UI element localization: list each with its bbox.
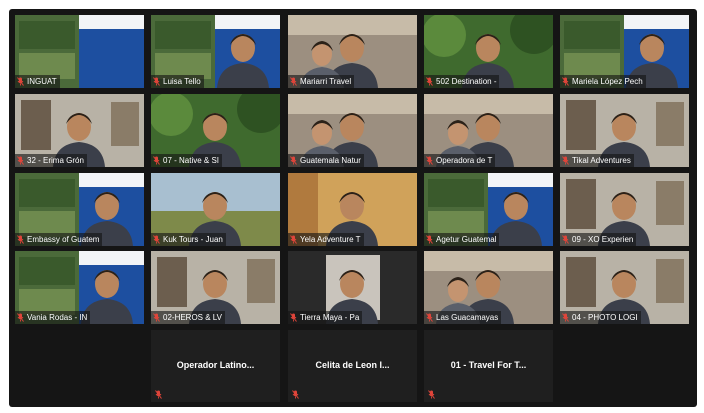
- meeting-gallery-view: INGUAT Luisa Tello Mariarri Travel 502 Dest…: [9, 9, 697, 407]
- participant-tile[interactable]: Guatemala Natur: [288, 94, 417, 167]
- participant-tile[interactable]: 07 - Native & SI: [151, 94, 280, 167]
- participant-tile[interactable]: Operadora de T: [424, 94, 553, 167]
- participant-name: Vania Rodas - IN: [27, 313, 88, 322]
- participant-name: Tikal Adventures: [572, 156, 631, 165]
- participant-name-label: Tikal Adventures: [560, 154, 634, 167]
- participant-tile-no-video[interactable]: 01 - Travel For T...: [424, 330, 553, 402]
- participant-tile[interactable]: Mariarri Travel: [288, 15, 417, 88]
- mic-muted-icon: [153, 313, 160, 322]
- mic-muted-icon: [562, 313, 569, 322]
- mic-muted-icon: [562, 77, 569, 86]
- mic-muted-icon: [290, 156, 297, 165]
- participant-tile[interactable]: 32 - Erima Grón: [15, 94, 144, 167]
- participant-name-label: Operadora de T: [424, 154, 496, 167]
- participant-tile[interactable]: Yela Adventure T: [288, 173, 417, 246]
- mic-muted-icon: [292, 390, 299, 399]
- mic-muted-icon: [153, 77, 160, 86]
- mic-muted-icon: [153, 156, 160, 165]
- participant-tile[interactable]: 04 - PHOTO LOGI: [560, 251, 689, 324]
- participant-tile[interactable]: Tierra Maya - Pa: [288, 251, 417, 324]
- participant-name: INGUAT: [27, 77, 57, 86]
- mic-muted-icon: [153, 235, 160, 244]
- participant-name-label: 07 - Native & SI: [151, 154, 223, 167]
- participant-name: Kuk Tours - Juan: [163, 235, 223, 244]
- participant-tile[interactable]: 02-HEROS & LV: [151, 251, 280, 324]
- participant-name: Tierra Maya - Pa: [300, 313, 360, 322]
- mic-muted-icon: [155, 390, 162, 399]
- participant-name-label: 02-HEROS & LV: [151, 311, 225, 324]
- participant-name-label: Embassy of Guatem: [15, 233, 103, 246]
- participant-name-label: Guatemala Natur: [288, 154, 364, 167]
- mic-muted-icon: [290, 235, 297, 244]
- participant-name: Guatemala Natur: [300, 156, 361, 165]
- participant-tile[interactable]: Agetur Guatemal: [424, 173, 553, 246]
- participant-name-label: Kuk Tours - Juan: [151, 233, 226, 246]
- mic-muted-icon: [426, 77, 433, 86]
- participant-name: 09 - XO Experien: [572, 235, 634, 244]
- mic-muted-icon: [562, 156, 569, 165]
- participant-name: Yela Adventure T: [300, 235, 361, 244]
- participant-tile[interactable]: Embassy of Guatem: [15, 173, 144, 246]
- participant-name: 32 - Erima Grón: [27, 156, 84, 165]
- participant-name-label: Luisa Tello: [151, 75, 204, 88]
- participant-name-label: 502 Destination -: [424, 75, 500, 88]
- participant-name-label: 09 - XO Experien: [560, 233, 637, 246]
- participant-name-label: Yela Adventure T: [288, 233, 364, 246]
- mic-muted-icon: [17, 235, 24, 244]
- participant-name: Las Guacamayas: [436, 313, 499, 322]
- participant-name-label: 04 - PHOTO LOGI: [560, 311, 641, 324]
- participant-name-label: 32 - Erima Grón: [15, 154, 87, 167]
- participant-name: Mariarri Travel: [300, 77, 352, 86]
- participant-name: Agetur Guatemal: [436, 235, 497, 244]
- mic-muted-icon: [428, 390, 435, 399]
- participant-tile[interactable]: Tikal Adventures: [560, 94, 689, 167]
- participant-name-label: Tierra Maya - Pa: [288, 311, 363, 324]
- participant-tile[interactable]: INGUAT: [15, 15, 144, 88]
- participant-name-label: Mariarri Travel: [288, 75, 355, 88]
- participant-tile-no-video[interactable]: Celita de Leon I...: [288, 330, 417, 402]
- participant-name: 502 Destination -: [436, 77, 497, 86]
- participant-name: Operador Latino...: [176, 360, 255, 370]
- participant-name: Embassy of Guatem: [27, 235, 100, 244]
- mic-muted-icon: [17, 156, 24, 165]
- participant-tile[interactable]: Kuk Tours - Juan: [151, 173, 280, 246]
- participant-tile[interactable]: 09 - XO Experien: [560, 173, 689, 246]
- mic-muted-icon: [290, 77, 297, 86]
- mic-muted-icon: [562, 235, 569, 244]
- participant-name-label: INGUAT: [15, 75, 60, 88]
- participant-name: Operadora de T: [436, 156, 493, 165]
- mic-muted-icon: [426, 313, 433, 322]
- participant-name: 07 - Native & SI: [163, 156, 220, 165]
- participant-name: Celita de Leon I...: [315, 360, 390, 370]
- screenshot-stage: INGUAT Luisa Tello Mariarri Travel 502 Dest…: [0, 0, 704, 413]
- participant-name-label: Vania Rodas - IN: [15, 311, 91, 324]
- participant-name-label: Las Guacamayas: [424, 311, 502, 324]
- participant-name-label: Agetur Guatemal: [424, 233, 500, 246]
- participant-tile-no-video[interactable]: Operador Latino...: [151, 330, 280, 402]
- mic-muted-icon: [17, 77, 24, 86]
- participant-name-label: Mariela López Pech: [560, 75, 646, 88]
- participant-tile[interactable]: Mariela López Pech: [560, 15, 689, 88]
- participant-tile[interactable]: Las Guacamayas: [424, 251, 553, 324]
- mic-muted-icon: [426, 156, 433, 165]
- participant-name: 02-HEROS & LV: [163, 313, 222, 322]
- participant-tile[interactable]: Luisa Tello: [151, 15, 280, 88]
- mic-muted-icon: [17, 313, 24, 322]
- participant-tile[interactable]: 502 Destination -: [424, 15, 553, 88]
- participant-tile[interactable]: Vania Rodas - IN: [15, 251, 144, 324]
- participant-name: Mariela López Pech: [572, 77, 643, 86]
- participant-name: 04 - PHOTO LOGI: [572, 313, 638, 322]
- participant-name: 01 - Travel For T...: [450, 360, 527, 370]
- participant-name: Luisa Tello: [163, 77, 201, 86]
- mic-muted-icon: [426, 235, 433, 244]
- mic-muted-icon: [290, 313, 297, 322]
